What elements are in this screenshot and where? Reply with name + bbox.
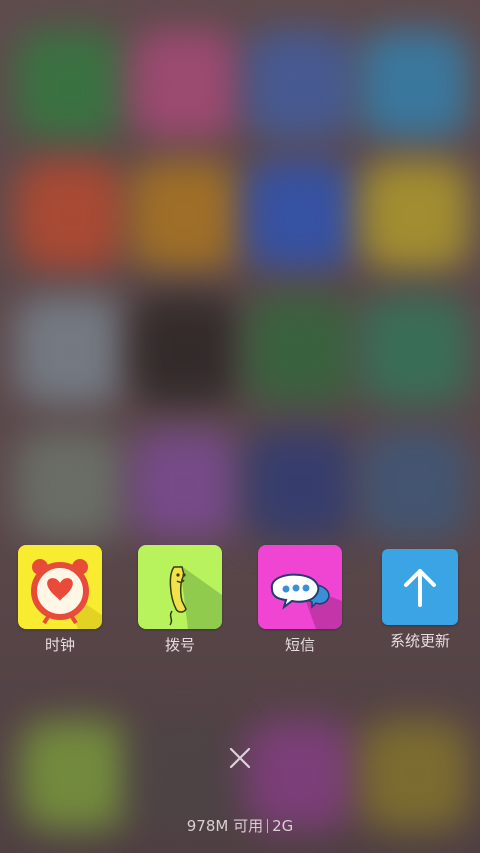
memory-available: 978M 可用 [186,817,264,835]
memory-total: 2G [272,817,294,835]
app-label: 拨号 [164,636,195,654]
arrow-up-icon [382,549,458,625]
memory-divider [267,819,269,833]
memory-status: 978M 可用 2G [0,812,480,840]
blurred-home-background [0,0,480,853]
alarm-clock-icon [18,545,102,629]
recent-app-messages[interactable]: 短信 [245,540,355,655]
phone-handset-icon [138,545,222,629]
recent-app-clock[interactable]: 时钟 [5,540,115,655]
chat-bubbles-icon [258,545,342,629]
close-button[interactable] [222,740,258,776]
recent-app-system-update[interactable]: 系统更新 [365,540,475,651]
recent-apps-row: 时钟 拨号 短信 系统更新 [0,540,480,660]
close-icon [229,747,251,769]
app-label: 系统更新 [389,632,450,650]
app-label: 短信 [284,636,315,654]
recent-app-dialer[interactable]: 拨号 [125,540,235,655]
app-label: 时钟 [44,636,75,654]
